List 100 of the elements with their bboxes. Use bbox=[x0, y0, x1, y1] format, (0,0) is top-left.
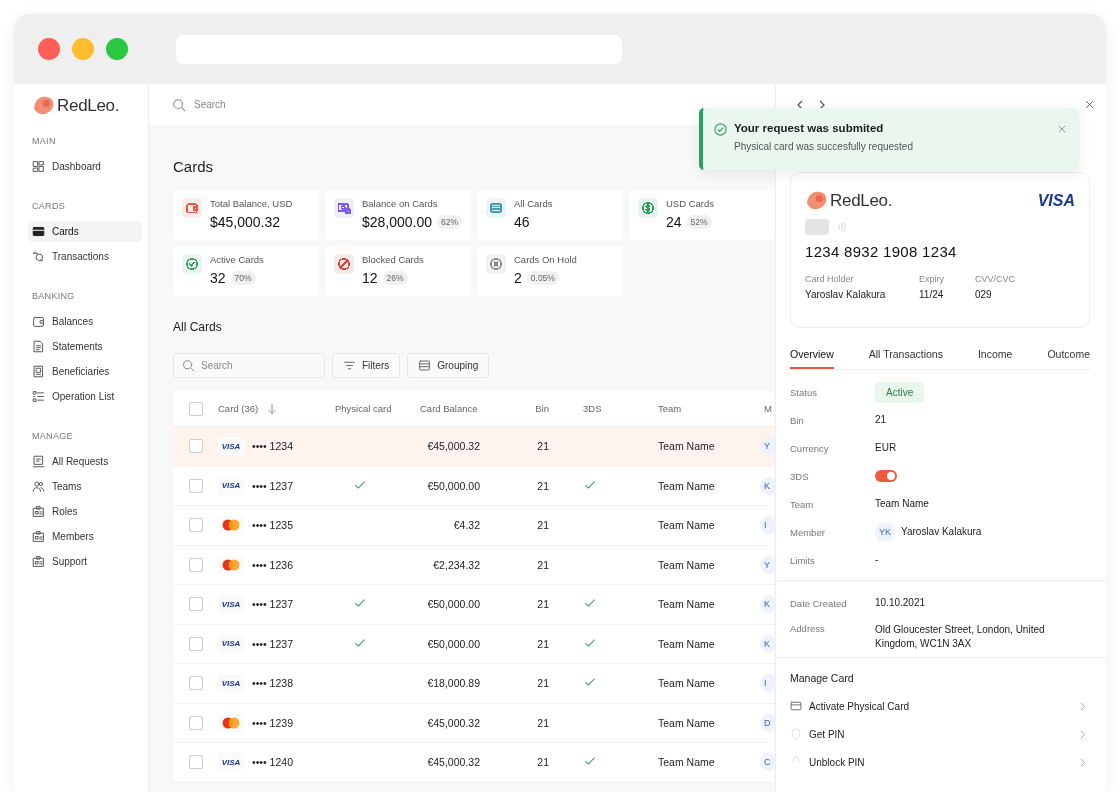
column-header: Card Balance bbox=[420, 403, 479, 414]
field-label: Team bbox=[790, 498, 815, 510]
people-icon bbox=[32, 480, 45, 493]
field-label: Currency bbox=[790, 442, 830, 454]
document-icon bbox=[32, 365, 45, 378]
row-checkbox[interactable] bbox=[189, 557, 203, 572]
action-item[interactable]: Activate Physical Card bbox=[776, 692, 1106, 720]
search-placeholder[interactable]: Search bbox=[194, 99, 226, 110]
row-checkbox[interactable] bbox=[189, 636, 203, 651]
sidebar-item[interactable]: Support bbox=[28, 551, 142, 572]
visa-logo: VISA bbox=[218, 753, 244, 772]
table-cell-text: Team Name bbox=[657, 756, 716, 769]
tab[interactable]: Overview bbox=[790, 344, 834, 369]
table-cell-text: 21 bbox=[536, 598, 550, 611]
row-checkbox[interactable] bbox=[189, 597, 203, 612]
toggle-switch[interactable] bbox=[875, 470, 897, 482]
close-icon[interactable] bbox=[1057, 124, 1067, 134]
table-cell-text: 21 bbox=[536, 479, 550, 492]
field-label: Member bbox=[790, 526, 826, 538]
action-item[interactable]: Unblock PIN bbox=[776, 748, 1106, 776]
row-checkbox[interactable] bbox=[189, 518, 203, 533]
card-number: •••• 1238 bbox=[252, 677, 293, 690]
table-cell-text: €50,000.00 bbox=[426, 479, 481, 492]
field-label: Status bbox=[790, 386, 818, 398]
row-checkbox[interactable] bbox=[189, 755, 203, 770]
section-heading: BANKING bbox=[32, 291, 76, 301]
percent-badge: 70% bbox=[230, 271, 256, 285]
maximize-window-button[interactable] bbox=[106, 38, 128, 60]
stat-label: Blocked Cards bbox=[362, 254, 424, 265]
field-value: Yaroslav Kalakura bbox=[901, 525, 982, 539]
card-number: •••• 1237 bbox=[252, 637, 293, 650]
table-cell-text: €18,000.89 bbox=[426, 677, 481, 690]
grouping-button[interactable]: Grouping bbox=[407, 353, 490, 378]
chip-icon bbox=[805, 219, 829, 235]
search-field[interactable]: Search bbox=[173, 353, 325, 378]
table-cell-text: Team Name bbox=[657, 637, 716, 650]
id-card-icon bbox=[32, 555, 45, 568]
sidebar-item[interactable]: All Requests bbox=[28, 451, 142, 472]
stat-value: $28,000.00 bbox=[362, 214, 433, 230]
section-title: Manage Card bbox=[789, 671, 855, 686]
mastercard-logo bbox=[218, 555, 244, 574]
sidebar-item[interactable]: Members bbox=[28, 526, 142, 547]
wallet-icon bbox=[32, 315, 45, 328]
sidebar-item[interactable]: Roles bbox=[28, 501, 142, 522]
sidebar-item[interactable]: Transactions bbox=[28, 246, 142, 267]
table-cell-text: €50,000.00 bbox=[426, 637, 481, 650]
minimize-window-button[interactable] bbox=[72, 38, 94, 60]
sidebar-item[interactable]: Beneficiaries bbox=[28, 361, 142, 382]
field-label: Card Holder bbox=[805, 274, 855, 284]
field-label: Address bbox=[790, 623, 826, 634]
card-number: •••• 1234 bbox=[252, 440, 293, 453]
field-value: Yaroslav Kalakura bbox=[805, 289, 887, 300]
column-header: 3DS bbox=[582, 403, 603, 414]
table-cell-text: 21 bbox=[536, 637, 550, 650]
id-card-icon bbox=[32, 505, 45, 518]
percent-badge: 62% bbox=[437, 215, 463, 229]
column-header[interactable]: Card (36) bbox=[218, 403, 259, 414]
close-window-button[interactable] bbox=[38, 38, 60, 60]
select-all-checkbox[interactable] bbox=[189, 401, 203, 416]
sidebar-item[interactable]: Balances bbox=[28, 311, 142, 332]
list-icon bbox=[32, 390, 45, 403]
status-badge: Active bbox=[875, 381, 925, 403]
row-checkbox[interactable] bbox=[189, 439, 203, 454]
member-avatar: YK bbox=[875, 522, 895, 542]
logo-text: RedLeo. bbox=[830, 191, 893, 211]
tab[interactable]: Income bbox=[977, 344, 1013, 369]
sidebar-item[interactable]: Teams bbox=[28, 476, 142, 497]
field-label: Limits bbox=[790, 554, 816, 566]
page-title: Cards bbox=[173, 158, 214, 176]
field-label: Expiry bbox=[919, 274, 945, 284]
table-cell-text: €45,000.32 bbox=[426, 440, 481, 453]
row-checkbox[interactable] bbox=[189, 478, 203, 493]
card-number: •••• 1240 bbox=[252, 756, 293, 769]
tab[interactable]: All Transactions bbox=[868, 344, 943, 369]
visa-logo: VISA bbox=[218, 595, 244, 614]
action-item[interactable]: Get PIN bbox=[776, 720, 1106, 748]
table-cell-text: 21 bbox=[536, 558, 550, 571]
field-value: Old Gloucester Street, London, United Kingdom, WC1N 3AX bbox=[875, 623, 1046, 651]
table-cell-text: 21 bbox=[536, 677, 550, 690]
stat-label: All Cards bbox=[514, 198, 553, 209]
check-circle-icon bbox=[713, 122, 728, 137]
close-icon[interactable] bbox=[1085, 100, 1094, 109]
column-header: Bin bbox=[534, 403, 550, 414]
sidebar-item[interactable]: Cards bbox=[28, 221, 142, 242]
mastercard-logo bbox=[218, 516, 244, 535]
sidebar-item[interactable]: Operation List bbox=[28, 386, 142, 407]
tab[interactable]: Outcome bbox=[1047, 344, 1090, 369]
table-cell-text: €45,000.32 bbox=[426, 756, 481, 769]
percent-badge: 0.05% bbox=[526, 271, 559, 285]
filters-button[interactable]: Filters bbox=[332, 353, 401, 378]
search-icon bbox=[172, 97, 186, 112]
stat-value: 24 bbox=[666, 214, 682, 230]
section-title: All Cards bbox=[173, 320, 223, 334]
row-checkbox[interactable] bbox=[189, 676, 203, 691]
table-cell-text: Team Name bbox=[657, 479, 716, 492]
column-header: Physical card bbox=[335, 403, 393, 414]
sidebar-item[interactable]: Statements bbox=[28, 336, 142, 357]
sidebar-item[interactable]: Dashboard bbox=[28, 156, 142, 177]
field-value: - bbox=[875, 553, 879, 567]
row-checkbox[interactable] bbox=[189, 715, 203, 730]
